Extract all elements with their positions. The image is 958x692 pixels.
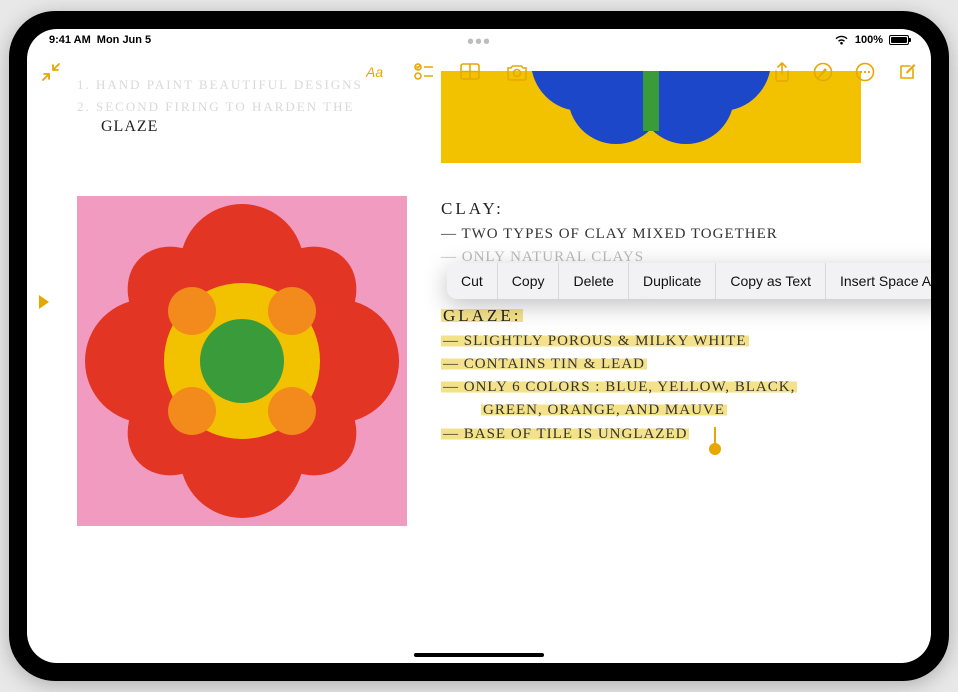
format-text-icon[interactable]: Aa	[366, 63, 388, 81]
context-menu-delete[interactable]: Delete	[559, 263, 627, 299]
note-toolbar: Aa	[27, 53, 931, 91]
handwriting-heading: CLAY:	[441, 199, 917, 219]
svg-text:Aa: Aa	[366, 64, 383, 80]
flower-drawing	[77, 196, 407, 526]
status-date: Mon Jun 5	[97, 34, 151, 46]
context-menu-cut[interactable]: Cut	[447, 263, 497, 299]
collapse-arrows-icon[interactable]	[41, 62, 61, 82]
screen: 9:41 AM Mon Jun 5 100%	[27, 29, 931, 663]
multitasking-dots-icon[interactable]: •••	[467, 32, 491, 52]
home-indicator[interactable]	[414, 653, 544, 657]
compose-icon[interactable]	[897, 62, 917, 82]
selected-handwriting-block[interactable]: GLAZE: — SLIGHTLY POROUS & MILKY WHITE —…	[441, 306, 917, 446]
handwriting-line: — BASE OF TILE IS UNGLAZED	[441, 426, 689, 442]
smart-annotation-icon[interactable]	[813, 62, 833, 82]
camera-icon[interactable]	[506, 63, 528, 81]
context-menu-duplicate[interactable]: Duplicate	[629, 263, 715, 299]
handwriting-line: GLAZE	[101, 118, 411, 136]
context-menu-copy-as-text[interactable]: Copy as Text	[716, 263, 825, 299]
selection-handle[interactable]	[709, 443, 721, 455]
battery-icon	[889, 35, 909, 45]
ipad-device-frame: 9:41 AM Mon Jun 5 100%	[9, 11, 949, 681]
handwriting-line: — CONTAINS TIN & LEAD	[441, 356, 647, 372]
handwriting-heading: GLAZE:	[441, 306, 523, 325]
battery-percent: 100%	[855, 34, 883, 46]
ellipsis-circle-icon[interactable]	[855, 62, 875, 82]
note-content: 1. HAND PAINT BEAUTIFUL DESIGNS 2. SECON…	[27, 75, 931, 663]
status-time: 9:41 AM	[49, 34, 91, 46]
handwriting-line: GREEN, ORANGE, AND MAUVE	[481, 402, 727, 418]
handwriting-line: — SLIGHTLY POROUS & MILKY WHITE	[441, 333, 749, 349]
table-icon[interactable]	[460, 63, 480, 81]
handwriting-line: — ONLY 6 COLORS : BLUE, YELLOW, BLACK,	[441, 379, 797, 395]
handwriting-line: — TWO TYPES OF CLAY MIXED TOGETHER	[441, 223, 917, 246]
faded-handwriting-line: 2. SECOND FIRING TO HARDEN THE	[77, 97, 411, 117]
context-menu: Cut Copy Delete Duplicate Copy as Text I…	[447, 263, 931, 299]
context-menu-copy[interactable]: Copy	[498, 263, 559, 299]
context-menu-insert-space-above[interactable]: Insert Space Above	[826, 263, 931, 299]
left-column: 1. HAND PAINT BEAUTIFUL DESIGNS 2. SECON…	[41, 75, 411, 653]
right-column: CLAY: — TWO TYPES OF CLAY MIXED TOGETHER…	[441, 75, 917, 653]
checklist-icon[interactable]	[414, 63, 434, 81]
wifi-icon	[834, 35, 849, 46]
insertion-marker[interactable]	[39, 295, 49, 309]
